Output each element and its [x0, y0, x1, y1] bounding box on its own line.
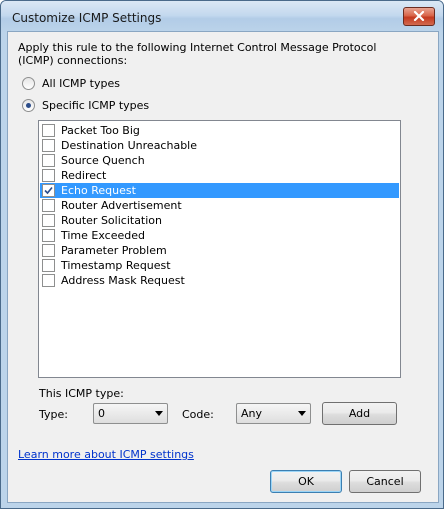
dialog-window: Customize ICMP Settings Apply this rule …	[0, 0, 444, 509]
add-button[interactable]: Add	[322, 402, 397, 425]
list-item[interactable]: Address Mask Request	[40, 273, 399, 288]
list-item-label: Destination Unreachable	[61, 139, 197, 152]
list-item[interactable]: Echo Request	[40, 183, 399, 198]
code-dropdown[interactable]: Any	[236, 403, 311, 424]
checkbox[interactable]	[42, 199, 55, 212]
type-value: 0	[98, 407, 105, 420]
close-button[interactable]	[403, 7, 435, 26]
list-item-label: Packet Too Big	[61, 124, 140, 137]
checkbox[interactable]	[42, 124, 55, 137]
list-item[interactable]: Destination Unreachable	[40, 138, 399, 153]
checkmark-icon	[44, 186, 53, 195]
list-item[interactable]: Router Solicitation	[40, 213, 399, 228]
list-item-label: Echo Request	[61, 184, 136, 197]
code-value: Any	[241, 407, 263, 420]
list-item-label: Router Advertisement	[61, 199, 182, 212]
radio-label: Specific ICMP types	[42, 99, 150, 112]
type-label: Type:	[39, 408, 68, 421]
list-item[interactable]: Source Quench	[40, 153, 399, 168]
description-text: Apply this rule to the following Interne…	[18, 41, 377, 67]
learn-more-link[interactable]: Learn more about ICMP settings	[18, 448, 194, 461]
close-icon	[413, 11, 425, 21]
list-item[interactable]: Router Advertisement	[40, 198, 399, 213]
list-item-label: Source Quench	[61, 154, 145, 167]
checkbox[interactable]	[42, 244, 55, 257]
list-item-label: Parameter Problem	[61, 244, 167, 257]
all-icmp-types-radio[interactable]: All ICMP types	[22, 77, 120, 90]
list-item-label: Timestamp Request	[61, 259, 171, 272]
checkbox[interactable]	[42, 274, 55, 287]
list-item-label: Router Solicitation	[61, 214, 163, 227]
title-bar[interactable]: Customize ICMP Settings	[1, 1, 443, 33]
checkbox[interactable]	[42, 259, 55, 272]
checkbox[interactable]	[42, 229, 55, 242]
list-item[interactable]: Packet Too Big	[40, 123, 399, 138]
list-item[interactable]: Redirect	[40, 168, 399, 183]
list-item[interactable]: Parameter Problem	[40, 243, 399, 258]
code-label: Code:	[182, 408, 214, 421]
checkbox[interactable]	[42, 214, 55, 227]
list-item[interactable]: Timestamp Request	[40, 258, 399, 273]
radio-button[interactable]	[22, 99, 35, 112]
dialog-body: Apply this rule to the following Interne…	[7, 31, 439, 503]
this-icmp-type-heading: This ICMP type:	[39, 387, 124, 400]
checkbox[interactable]	[42, 139, 55, 152]
list-item[interactable]: Time Exceeded	[40, 228, 399, 243]
specific-icmp-types-radio[interactable]: Specific ICMP types	[22, 99, 149, 112]
radio-label: All ICMP types	[42, 77, 120, 90]
checkbox[interactable]	[42, 169, 55, 182]
cancel-button[interactable]: Cancel	[349, 470, 421, 493]
ok-button[interactable]: OK	[270, 470, 342, 493]
radio-button[interactable]	[22, 77, 35, 90]
checkbox[interactable]	[42, 184, 55, 197]
type-dropdown[interactable]: 0	[93, 403, 168, 424]
chevron-down-icon	[294, 411, 310, 416]
checkbox[interactable]	[42, 154, 55, 167]
list-item-label: Redirect	[61, 169, 107, 182]
list-item-label: Time Exceeded	[61, 229, 145, 242]
icmp-types-list[interactable]: Packet Too Big Destination Unreachable Sou…	[38, 120, 401, 378]
chevron-down-icon	[151, 411, 167, 416]
list-item-label: Address Mask Request	[61, 274, 185, 287]
window-title: Customize ICMP Settings	[12, 11, 162, 25]
